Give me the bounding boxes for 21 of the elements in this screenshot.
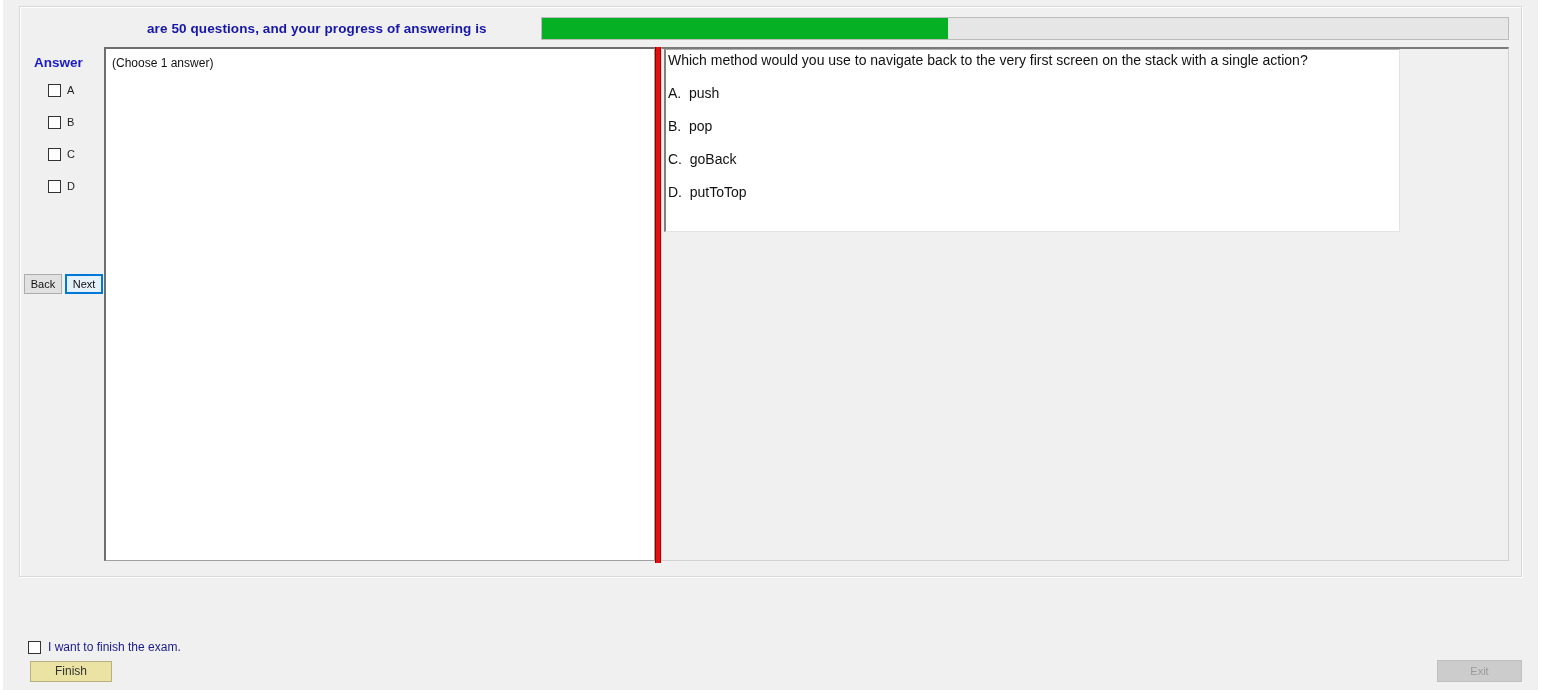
checkbox[interactable] (48, 148, 61, 161)
answer-option: B. pop (668, 117, 1395, 135)
instruction-text: (Choose 1 answer) (112, 56, 214, 70)
nav-button[interactable]: Back (24, 274, 62, 294)
option-letter: D (67, 180, 75, 193)
option-letter: C (67, 148, 75, 161)
answer-option: C. goBack (668, 150, 1395, 168)
checkbox[interactable] (48, 180, 61, 193)
answer-option: A. push (668, 84, 1395, 102)
option-letter: B (67, 116, 75, 129)
answer-option: D. putToTop (668, 183, 1395, 201)
checkbox[interactable] (28, 640, 41, 654)
answer-heading: Answer (34, 55, 83, 70)
checkbox[interactable] (48, 84, 61, 97)
checkbox[interactable] (48, 116, 61, 129)
nav-button[interactable]: Next (65, 274, 103, 294)
question-text: Which method would you use to navigate back to the very first screen on the stack with a single action? (668, 51, 1309, 69)
finish-label: I want to finish the exam. (48, 640, 181, 654)
finish-button[interactable]: Finish (30, 660, 112, 682)
progress-caption: are 50 questions, and your progress of answering is (147, 21, 487, 36)
option-letter: A (67, 84, 75, 97)
